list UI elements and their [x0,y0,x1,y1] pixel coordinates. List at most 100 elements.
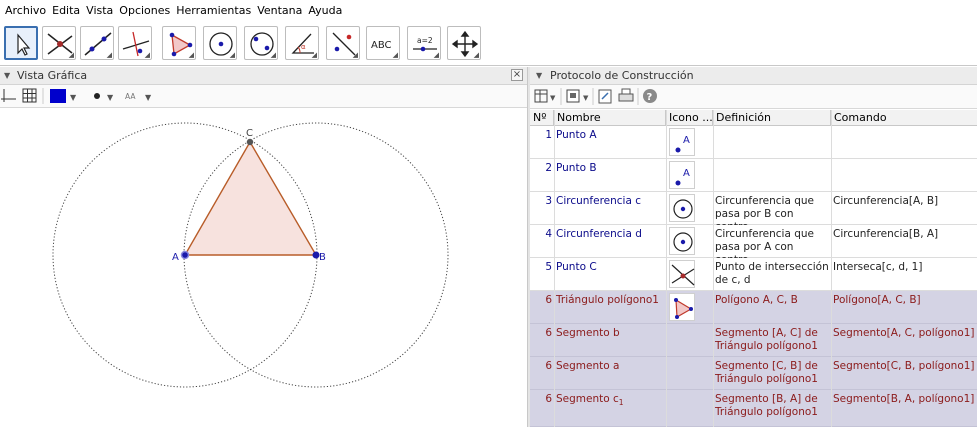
menu-ventana[interactable]: Ventana [254,4,305,17]
svg-text:▼: ▼ [550,94,556,102]
tool-dropdown-icon: ◢ [144,51,150,59]
row-name: Circunferencia c [556,195,642,207]
svg-text:▼: ▼ [70,93,77,102]
grid-toggle-icon[interactable] [22,88,37,103]
graphics-canvas[interactable]: A B C [0,108,527,427]
tool-dropdown-icon: ◢ [392,51,398,59]
table-row[interactable]: 6 Segmento c1 Segmento [B, A] de Triángu… [530,390,977,427]
row-definition: Segmento [A, C] de Triángulo polígono1 [715,327,818,352]
row-num: 5 [545,261,552,273]
circle-three-points-tool-button[interactable]: ◢ [244,26,278,60]
slider-tool-button[interactable]: a=2 ◢ [407,26,441,60]
row-command: Segmento[A, C, polígono1] [833,327,975,339]
construction-protocol-header: ▼ Protocolo de Construcción [530,67,977,85]
label-size-icon[interactable]: AA ▼ [125,92,152,102]
move-tool-button[interactable] [4,26,38,60]
svg-text:▼: ▼ [145,93,152,102]
triangle-polygon1[interactable] [183,140,318,256]
row-name: Circunferencia d [556,228,642,240]
row-name-text: Segmento c [556,393,619,405]
text-tool-button[interactable]: ABC ◢ [366,26,400,60]
row-num: 3 [545,195,552,207]
row-name: Segmento c1 [554,390,666,423]
menu-opciones[interactable]: Opciones [116,4,173,17]
table-row[interactable]: 4 Circunferencia d Circunferencia que pa… [530,225,977,258]
circle-center-point-icon [673,232,693,252]
row-name: Triángulo polígono1 [556,294,659,306]
help-icon[interactable]: ? [643,89,657,103]
svg-text:▼: ▼ [583,94,589,102]
row-definition [713,126,831,159]
row-num: 2 [545,162,552,174]
point-style-icon[interactable]: ▼ [94,93,114,102]
tool-dropdown-icon: ◢ [433,51,439,59]
table-row[interactable]: 1 Punto A A [530,126,977,159]
point-icon: A [675,135,690,153]
intersect-icon [671,264,695,286]
row-name: Segmento b [556,327,620,339]
row-command: Interseca[c, d, 1] [833,261,923,273]
row-name-subscript: 1 [618,398,624,408]
row-icon-cell [666,258,713,291]
table-row[interactable]: 6 Triángulo polígono1 Polígono A, C, B P… [530,291,977,324]
label-b: B [319,252,326,263]
columns-icon[interactable]: ▼ [534,89,556,103]
table-row[interactable]: 5 Punto C Punto de intersección de c, d … [530,258,977,291]
construction-protocol-title: Protocolo de Construcción [550,69,694,82]
col-icon-header[interactable]: Icono ... [666,110,713,126]
table-row[interactable]: 2 Punto B A [530,159,977,192]
row-icon-cell [666,225,713,258]
row-num: 1 [545,129,552,141]
polygon-tool-button[interactable]: ◢ [162,26,196,60]
menu-archivo[interactable]: Archivo [2,4,49,17]
label-c: C [246,128,253,139]
options-icon[interactable]: ▼ [566,89,589,103]
row-icon-cell: A [666,159,713,192]
line-tool-button[interactable]: ◢ [80,26,114,60]
point-c[interactable] [246,138,254,146]
menu-ayuda[interactable]: Ayuda [305,4,345,17]
move-view-tool-button[interactable]: ◢ [447,26,481,60]
row-icon-cell: A [666,126,713,159]
svg-text:?: ? [647,92,653,103]
close-view-button[interactable]: × [511,69,523,81]
reflect-tool-button[interactable]: ◢ [326,26,360,60]
point-a[interactable] [180,250,190,260]
table-header: Nº Nombre Icono ... Definición Comando [530,110,977,126]
row-name: Punto B [556,162,597,174]
color-picker-icon[interactable]: ▼ [50,89,77,103]
table-row[interactable]: 3 Circunferencia c Circunferencia que pa… [530,192,977,225]
menu-edita[interactable]: Edita [49,4,83,17]
print-icon[interactable] [618,88,634,102]
graphics-view-style-bar: ▼ ▼ AA ▼ [0,85,527,108]
tool-dropdown-icon: ◢ [352,51,358,59]
perpendicular-tool-button[interactable]: ◢ [118,26,152,60]
col-name-header[interactable]: Nombre [554,110,666,126]
export-icon[interactable] [598,89,612,104]
table-row[interactable]: 6 Segmento a Segmento [C, B] de Triángul… [530,357,977,390]
row-definition: Circunferencia que pasa por A con centro [715,228,815,258]
menu-vista[interactable]: Vista [83,4,116,17]
row-num: 6 [545,327,552,339]
circle-center-point-tool-button[interactable]: ◢ [203,26,237,60]
construction-protocol-toolbar: ▼ ▼ ? [530,85,977,109]
table-row[interactable]: 6 Segmento b Segmento [A, C] de Triángul… [530,324,977,357]
col-num-header[interactable]: Nº [530,110,554,126]
row-icon-cell [666,192,713,225]
col-definition-header[interactable]: Definición [713,110,831,126]
menu-herramientas[interactable]: Herramientas [173,4,254,17]
intersect-point-tool-button[interactable]: ◢ [42,26,76,60]
axes-toggle-icon[interactable] [1,89,16,102]
row-icon-cell [666,357,713,390]
angle-tool-button[interactable]: α ◢ [285,26,319,60]
graphics-view-header: ▼ Vista Gráfica × [0,67,527,85]
column-divider [666,110,667,427]
point-icon: A [675,168,690,186]
row-definition: Circunferencia que pasa por B con centro [715,195,815,225]
row-definition: Segmento [B, A] de Triángulo polígono1 [715,393,818,418]
row-name: Punto C [556,261,597,273]
column-divider [554,110,555,427]
collapse-arrow-icon[interactable]: ▼ [4,71,10,80]
collapse-arrow-icon[interactable]: ▼ [536,71,542,80]
col-command-header[interactable]: Comando [831,110,977,126]
